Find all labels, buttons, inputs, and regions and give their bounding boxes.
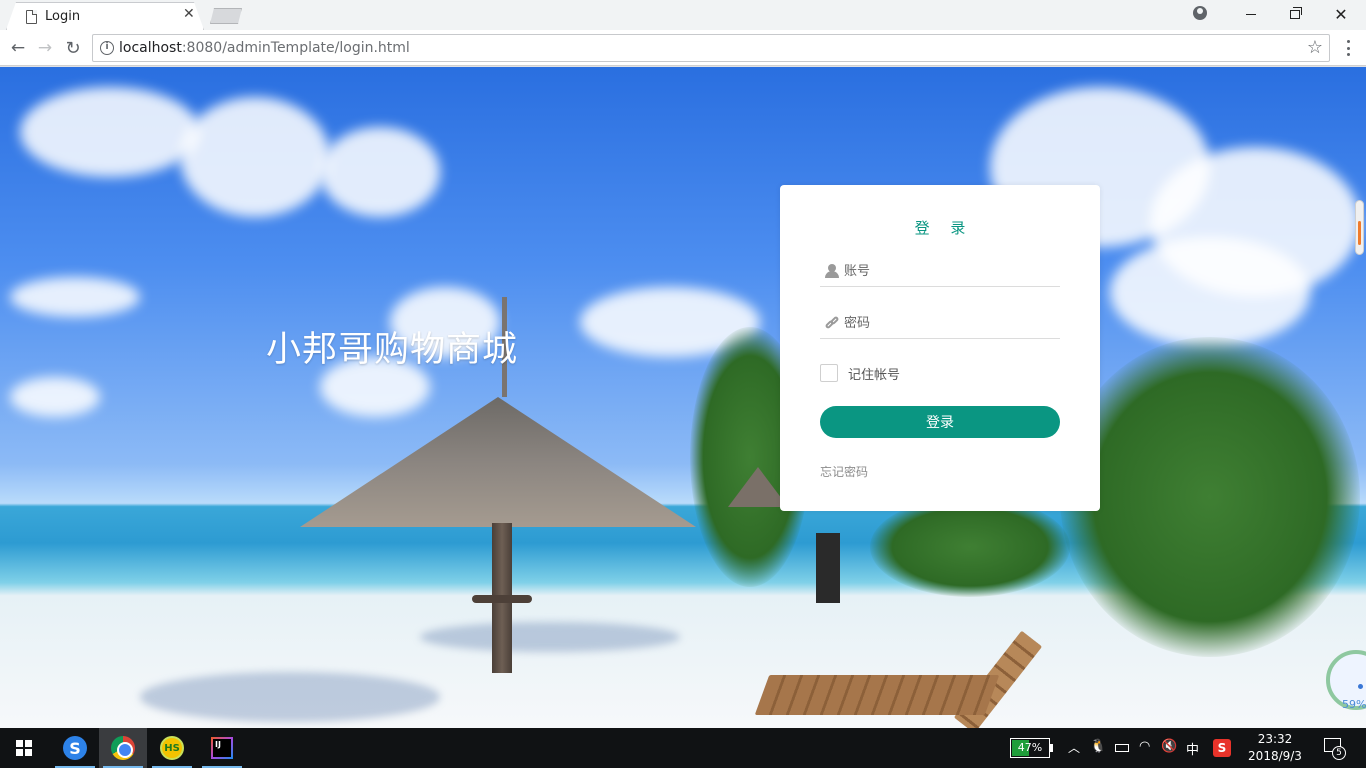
url-host: localhost	[119, 40, 182, 56]
windows-start-icon[interactable]	[16, 740, 32, 756]
tab-strip: Login ✕ ✕	[0, 0, 1366, 30]
hs-icon: HS	[160, 736, 184, 760]
url-path: :8080/adminTemplate/login.html	[181, 40, 410, 56]
scrollbar-thumb[interactable]	[1358, 221, 1361, 245]
battery-indicator[interactable]: 47%	[1010, 738, 1050, 758]
scrollbar[interactable]	[1355, 200, 1364, 255]
sogou-ime-icon[interactable]: S	[1213, 739, 1231, 757]
new-tab-button[interactable]	[210, 8, 242, 24]
taskbar-sogou-browser[interactable]: S	[51, 728, 99, 768]
remember-checkbox[interactable]	[820, 364, 838, 382]
speed-widget[interactable]: 59%	[1326, 650, 1366, 711]
minimize-icon	[1246, 13, 1256, 15]
umbrella-table	[472, 595, 532, 603]
username-input[interactable]	[844, 259, 1054, 283]
beach-chair	[754, 675, 1000, 715]
intellij-idea-icon: IJ	[211, 737, 233, 759]
clock-time: 23:32	[1257, 732, 1293, 746]
ime-indicator[interactable]: 中	[1186, 739, 1199, 758]
chrome-icon	[111, 736, 135, 760]
speed-percent: 59%	[1342, 698, 1366, 711]
battery-icon[interactable]	[1115, 744, 1129, 752]
clock-date: 2018/9/3	[1248, 749, 1302, 763]
login-heading: 登 录	[914, 219, 974, 237]
volume-muted-icon[interactable]: 🔇	[1161, 739, 1177, 754]
chevron-up-icon[interactable]: ︿	[1068, 739, 1080, 756]
minimize-button[interactable]	[1228, 0, 1274, 28]
arrow-right-icon: →	[37, 38, 53, 58]
info-icon[interactable]: i	[100, 41, 114, 55]
speed-dot-icon	[1358, 684, 1363, 689]
reload-button[interactable]: ↻	[61, 36, 85, 60]
profile-icon[interactable]	[1193, 6, 1207, 20]
taskbar: S HS IJ 47% ︿ 🐧 ◠ 🔇 中 S 23:32 2018/9/3 5	[0, 728, 1366, 768]
notification-count: 5	[1332, 746, 1346, 760]
password-field[interactable]	[820, 307, 1060, 339]
maximize-button[interactable]	[1272, 0, 1318, 28]
page-background: 小邦哥购物商城 登 录 记住帐号 登录 忘记密码 59%	[0, 67, 1366, 728]
close-window-icon: ✕	[1334, 4, 1348, 24]
back-button[interactable]: ←	[6, 36, 30, 60]
url-text[interactable]: localhost:8080/adminTemplate/login.html	[119, 40, 410, 56]
remember-account[interactable]: 记住帐号	[820, 363, 900, 383]
forgot-password-link[interactable]: 忘记密码	[820, 463, 868, 480]
action-center-icon[interactable]: 5	[1324, 738, 1346, 760]
login-button[interactable]: 登录	[820, 406, 1060, 438]
link-icon	[824, 315, 840, 331]
clock[interactable]: 23:32 2018/9/3	[1240, 731, 1310, 765]
close-icon[interactable]: ✕	[183, 6, 195, 22]
arrow-left-icon: ←	[10, 38, 26, 58]
address-bar[interactable]: i localhost:8080/adminTemplate/login.htm…	[92, 34, 1330, 62]
battery-percent: 47%	[1017, 741, 1043, 754]
forward-button[interactable]: →	[33, 36, 57, 60]
bookmark-star-icon[interactable]: ☆	[1307, 37, 1323, 58]
taskbar-intellij[interactable]: IJ	[198, 728, 246, 768]
username-field[interactable]	[820, 255, 1060, 287]
sogou-browser-icon: S	[63, 736, 87, 760]
qq-penguin-icon[interactable]: 🐧	[1090, 739, 1106, 754]
wifi-icon[interactable]: ◠	[1139, 739, 1150, 754]
tab-login[interactable]: Login	[6, 2, 204, 30]
battery-tip	[1050, 744, 1053, 752]
beach-post	[816, 533, 840, 603]
taskbar-chrome[interactable]	[99, 728, 147, 768]
thatched-umbrella	[300, 397, 696, 527]
login-card: 登 录 记住帐号 登录 忘记密码	[780, 185, 1100, 511]
site-title: 小邦哥购物商城	[266, 330, 519, 370]
restore-icon	[1290, 6, 1302, 19]
browser-toolbar: ← → ↻ i localhost:8080/adminTemplate/log…	[0, 30, 1366, 66]
taskbar-hs[interactable]: HS	[148, 728, 196, 768]
page-icon	[26, 10, 37, 24]
remember-label: 记住帐号	[848, 367, 901, 383]
tab-title: Login	[45, 9, 81, 24]
password-input[interactable]	[844, 311, 1054, 335]
more-menu-icon[interactable]	[1340, 38, 1356, 58]
user-icon	[824, 263, 840, 279]
reload-icon: ↻	[65, 37, 81, 59]
window-close-button[interactable]: ✕	[1318, 0, 1364, 28]
